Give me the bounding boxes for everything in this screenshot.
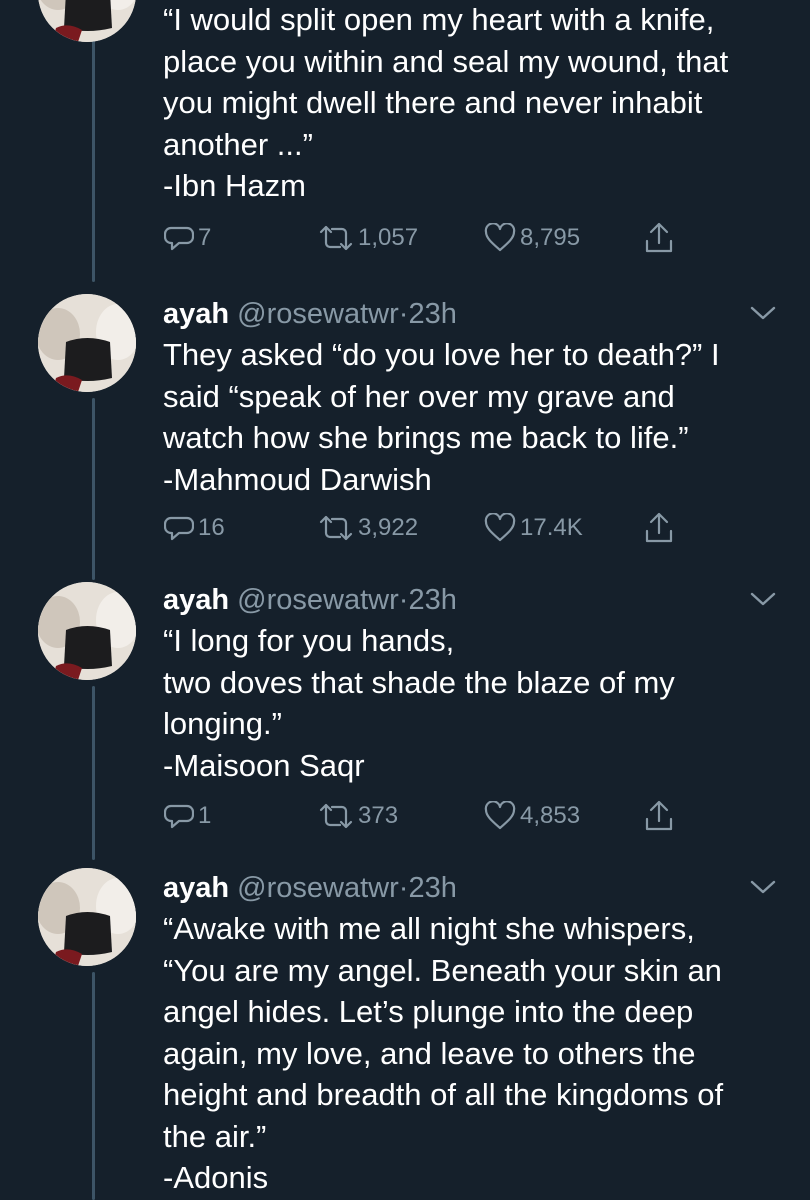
retweet-icon <box>318 513 354 543</box>
tweet-text: “I would split open my heart with a knif… <box>163 0 783 207</box>
reply-icon <box>164 801 194 831</box>
avatar-photo <box>38 868 136 966</box>
tweet-text-line: -Ibn Hazm <box>163 168 306 203</box>
avatar[interactable] <box>38 868 136 966</box>
separator: · <box>398 298 409 330</box>
author-handle[interactable]: @rosewatwr <box>237 584 399 616</box>
share-icon <box>643 221 675 255</box>
like-button[interactable]: 8,795 <box>484 218 580 258</box>
separator: · <box>398 872 409 904</box>
author-name[interactable]: ayah <box>163 298 229 330</box>
share-button[interactable] <box>643 218 675 258</box>
tweet-text-line: the air.” <box>163 1118 267 1154</box>
reply-button[interactable]: 16 <box>164 508 225 548</box>
tweet-text-line: “Awake with me all night she whispers, <box>163 911 695 946</box>
chevron-down-icon <box>748 880 778 902</box>
tweet-actions: 1 373 4,853 <box>0 796 810 836</box>
avatar[interactable] <box>38 0 136 42</box>
tweet-text-line: another ...” <box>163 126 313 162</box>
retweet-count: 373 <box>358 802 399 829</box>
avatar-photo <box>38 294 136 392</box>
heart-icon <box>484 801 516 831</box>
avatar[interactable] <box>38 294 136 392</box>
avatar[interactable] <box>38 582 136 680</box>
tweet-text-line: watch how she brings me back to life.” <box>163 420 689 455</box>
tweet[interactable]: ayah @rosewatwr·23h They asked “do you l… <box>0 294 810 578</box>
retweet-count: 1,057 <box>358 224 419 251</box>
tweet[interactable]: ayah @rosewatwr·23h “Awake with me all n… <box>0 868 810 1200</box>
tweet-time[interactable]: 23h <box>408 584 456 616</box>
retweet-icon <box>318 801 354 831</box>
share-icon <box>643 511 675 545</box>
reply-button[interactable]: 7 <box>164 218 211 258</box>
author-handle[interactable]: @rosewatwr <box>237 298 399 330</box>
tweet-menu-button[interactable] <box>748 874 778 898</box>
reply-button[interactable]: 1 <box>164 796 211 836</box>
tweet-actions: 16 3,922 17.4K <box>0 508 810 548</box>
tweet-text-line: -Adonis <box>163 1160 269 1195</box>
heart-icon <box>484 223 516 253</box>
tweet-text-line: again, my love, and leave to others the <box>163 1035 696 1071</box>
tweet-text-line: said “speak of her over my grave and <box>163 378 675 414</box>
tweet-text-line: you might dwell there and never inhabit <box>163 85 703 120</box>
reply-count: 16 <box>198 514 225 541</box>
chevron-down-icon <box>748 306 778 328</box>
tweet-text: “Awake with me all night she whispers, “… <box>163 908 783 1199</box>
tweet-text: “I long for you hands, two doves that sh… <box>163 620 783 786</box>
retweet-icon <box>318 223 354 253</box>
like-count: 4,853 <box>520 802 581 829</box>
tweet-text-line: “I long for you hands, <box>163 623 455 658</box>
avatar-photo <box>38 0 136 42</box>
heart-icon <box>484 513 516 543</box>
retweet-button[interactable]: 373 <box>318 796 398 836</box>
tweet-header: ayah @rosewatwr·23h <box>163 868 457 908</box>
author-handle[interactable]: @rosewatwr <box>237 872 399 904</box>
tweet-header: ayah @rosewatwr·23h <box>163 580 457 620</box>
reply-icon <box>164 513 194 543</box>
tweet-time[interactable]: 23h <box>408 298 456 330</box>
tweet-menu-button[interactable] <box>748 300 778 324</box>
like-button[interactable]: 17.4K <box>484 508 583 548</box>
reply-count: 7 <box>198 224 212 251</box>
author-name[interactable]: ayah <box>163 872 229 904</box>
share-icon <box>643 799 675 833</box>
like-count: 8,795 <box>520 224 581 251</box>
tweet-text-line: height and breadth of all the kingdoms o… <box>163 1077 724 1112</box>
avatar-photo <box>38 582 136 680</box>
retweet-button[interactable]: 1,057 <box>318 218 418 258</box>
tweet-text-line: angel hides. Let’s plunge into the deep <box>163 994 694 1029</box>
tweet-text-line: “I would split open my heart with a knif… <box>163 2 715 37</box>
tweet-actions: 7 1,057 8,795 <box>0 218 810 258</box>
tweet[interactable]: ayah @rosewatwr·23h “I long for you hand… <box>0 580 810 866</box>
tweet-text-line: They asked “do you love her to death?” I <box>163 337 720 372</box>
tweet-text-line: -Maisoon Saqr <box>163 747 365 783</box>
like-count: 17.4K <box>520 514 583 541</box>
tweet-text-line: two doves that shade the blaze of my <box>163 664 675 700</box>
author-name[interactable]: ayah <box>163 584 229 616</box>
like-button[interactable]: 4,853 <box>484 796 580 836</box>
tweet-text-line: place you within and seal my wound, that <box>163 43 729 79</box>
share-button[interactable] <box>643 796 675 836</box>
chevron-down-icon <box>748 592 778 614</box>
reply-count: 1 <box>198 802 212 829</box>
retweet-count: 3,922 <box>358 514 419 541</box>
tweet[interactable]: “I would split open my heart with a knif… <box>0 0 810 282</box>
separator: · <box>398 584 409 616</box>
tweet-text-line: longing.” <box>163 706 282 741</box>
tweet-time[interactable]: 23h <box>408 872 456 904</box>
share-button[interactable] <box>643 508 675 548</box>
tweet-menu-button[interactable] <box>748 586 778 610</box>
tweet-text: They asked “do you love her to death?” I… <box>163 334 783 500</box>
tweet-header: ayah @rosewatwr·23h <box>163 294 457 334</box>
tweet-text-line: -Mahmoud Darwish <box>163 461 432 497</box>
reply-icon <box>164 223 194 253</box>
tweet-text-line: “You are my angel. Beneath your skin an <box>163 952 722 988</box>
retweet-button[interactable]: 3,922 <box>318 508 418 548</box>
